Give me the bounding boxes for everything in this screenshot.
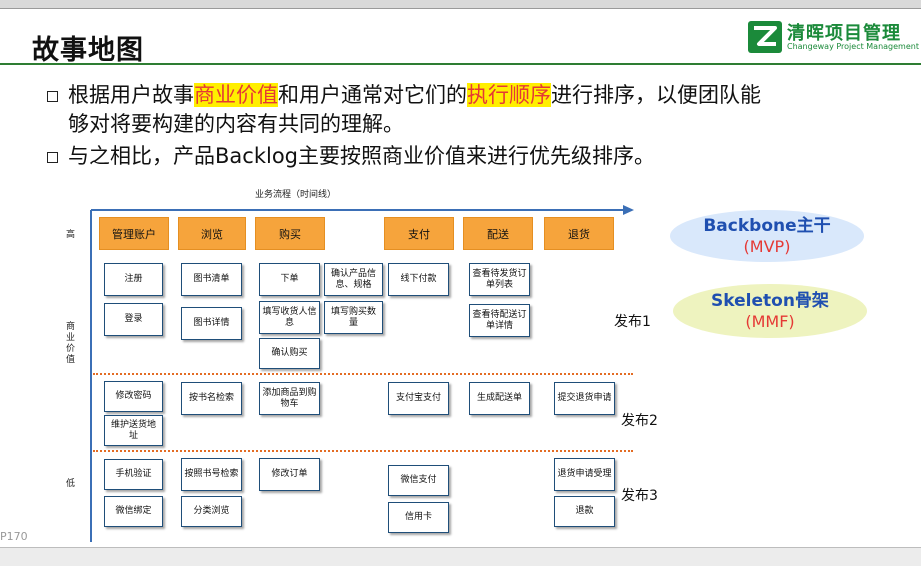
title-divider (0, 63, 921, 65)
story-card: 手机验证 (104, 459, 163, 490)
logo-subtext: Changeway Project Management (787, 42, 919, 51)
top-bar (0, 0, 921, 9)
story-card: 信用卡 (388, 502, 449, 533)
story-card: 分类浏览 (181, 496, 242, 527)
bullet-1-part: 进行排序，以便团队能 (551, 83, 761, 107)
story-card: 修改密码 (104, 381, 163, 412)
story-card: 提交退货申请 (554, 382, 615, 415)
backbone-subtitle: (MVP) (743, 237, 791, 256)
story-card: 查看待发货订单列表 (469, 263, 530, 296)
release-2-label: 发布2 (621, 413, 658, 429)
bullet-1-text: 根据用户故事商业价值和用户通常对它们的执行顺序进行排序，以便团队能 (68, 81, 761, 110)
bullet-square-icon (47, 152, 58, 163)
category-return: 退货 (544, 217, 614, 250)
category-purchase: 购买 (255, 217, 325, 250)
page-title: 故事地图 (32, 35, 144, 66)
y-axis-high-label: 高 (66, 230, 76, 240)
category-payment: 支付 (384, 217, 454, 250)
story-card: 确认购买 (259, 338, 320, 369)
story-card: 注册 (104, 263, 163, 296)
story-card: 填写收货人信息 (259, 301, 320, 334)
story-card: 微信支付 (388, 465, 449, 496)
y-axis-low-label: 低 (66, 479, 76, 489)
story-card: 支付宝支付 (388, 382, 449, 415)
category-delivery: 配送 (463, 217, 533, 250)
bottom-bar (0, 547, 921, 566)
story-card: 查看待配送订单详情 (469, 304, 530, 337)
bullet-1-line2: 够对将要构建的内容有共同的理解。 (68, 112, 404, 136)
story-card: 修改订单 (259, 458, 320, 491)
bullet-2-text: 与之相比，产品Backlog主要按照商业价值来进行优先级排序。 (68, 144, 655, 168)
highlight-execution-order: 执行顺序 (467, 83, 551, 107)
release-1-divider (93, 373, 633, 375)
category-browse: 浏览 (178, 217, 246, 250)
story-card: 生成配送单 (469, 382, 530, 415)
story-card: 填写购买数量 (324, 301, 383, 334)
story-card: 退货申请受理 (554, 458, 615, 491)
skeleton-subtitle: (MMF) (745, 312, 795, 331)
highlight-business-value: 商业价值 (194, 83, 278, 107)
story-card: 添加商品到购物车 (259, 382, 320, 415)
category-account: 管理账户 (99, 217, 169, 250)
story-card: 维护送货地址 (104, 415, 163, 446)
skeleton-oval: Skeleton骨架 (MMF) (673, 284, 867, 338)
story-card: 图书详情 (181, 307, 242, 340)
release-3-label: 发布3 (621, 488, 658, 504)
release-1-label: 发布1 (614, 314, 651, 330)
bullet-1-part: 根据用户故事 (68, 83, 194, 107)
story-card: 线下付款 (388, 263, 449, 296)
bullet-1-part: 和用户通常对它们的 (278, 83, 467, 107)
y-axis-label: 商业价值 (66, 322, 76, 365)
z-logo-icon (748, 21, 782, 53)
story-card: 图书清单 (181, 263, 242, 296)
skeleton-title: Skeleton骨架 (711, 291, 829, 311)
backbone-oval: Backbone主干 (MVP) (670, 210, 864, 262)
story-card: 微信绑定 (104, 496, 163, 527)
story-card: 退款 (554, 496, 615, 527)
page-number: P170 (0, 530, 28, 543)
release-2-divider (93, 450, 633, 452)
story-card: 按书名检索 (181, 382, 242, 415)
story-card: 确认产品信息、规格 (324, 263, 383, 296)
story-card: 下单 (259, 263, 320, 296)
story-card: 按照书号检索 (181, 458, 242, 491)
story-card: 登录 (104, 303, 163, 336)
backbone-title: Backbone主干 (703, 216, 831, 236)
bullet-square-icon (47, 91, 58, 102)
